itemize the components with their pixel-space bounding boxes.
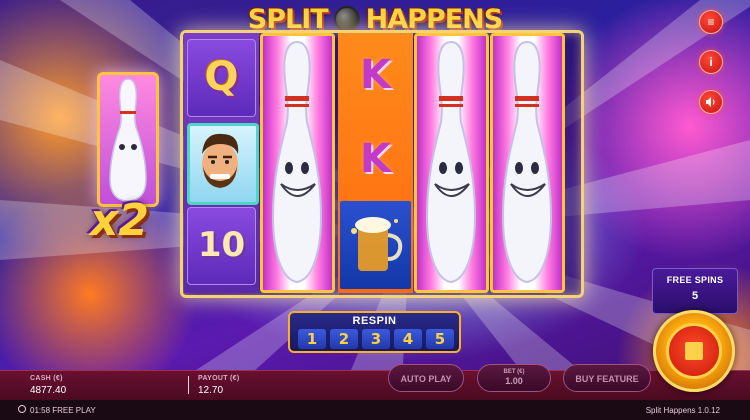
payout-display: PAYOUT (€) 12.70 <box>198 375 240 396</box>
respin-label: RESPIN <box>352 315 397 327</box>
auto-play-button[interactable]: AUTO PLAY <box>388 364 464 392</box>
bowling-pin-icon <box>109 78 147 202</box>
respin-step: 1 <box>298 329 326 349</box>
reel-5 <box>490 33 565 293</box>
reel-2 <box>260 33 335 293</box>
beer-mug-icon <box>351 217 403 271</box>
reel-4 <box>414 33 489 293</box>
bet-label: BET (€) <box>503 369 525 375</box>
respin-step: 2 <box>330 329 358 349</box>
info-button[interactable]: i <box>699 50 723 74</box>
respin-steps: 1 2 3 4 5 <box>298 329 454 349</box>
payout-label: PAYOUT (€) <box>198 375 240 382</box>
buy-feature-label: BUY FEATURE <box>575 374 639 384</box>
bowling-pin-icon <box>271 40 323 284</box>
free-spins-count: 5 <box>691 290 699 302</box>
expanded-pin-symbol <box>414 33 489 293</box>
bowling-pin-icon <box>501 40 553 284</box>
respin-meter: RESPIN 1 2 3 4 5 <box>288 311 461 353</box>
session-time: 01:58 FREE PLAY <box>30 406 96 415</box>
multiplier-text: x2 <box>90 195 149 246</box>
reel-3-cell-1: K <box>338 33 413 117</box>
game-name: Split Happens <box>645 406 696 415</box>
divider <box>188 376 189 394</box>
bowler-face-icon <box>202 133 239 188</box>
bet-selector[interactable]: BET (€) 1.00 <box>477 364 551 392</box>
respin-step: 5 <box>426 329 454 349</box>
symbol-q: Q <box>204 54 239 100</box>
menu-icon: ≡ <box>707 15 715 29</box>
bowling-ball-icon <box>333 6 360 32</box>
payout-value: 12.70 <box>198 385 224 396</box>
reel-3-cell-2: K <box>338 117 413 201</box>
reel-1-cell-2 <box>184 119 259 205</box>
reel-3: K K <box>338 33 413 293</box>
side-multiplier-pin <box>97 72 159 207</box>
reel-1: Q 10 <box>184 33 259 293</box>
expanded-pin-symbol <box>490 33 565 293</box>
bowling-pin-icon <box>425 40 477 284</box>
buy-feature-button[interactable]: BUY FEATURE <box>563 364 651 392</box>
stop-icon <box>685 342 703 360</box>
respin-step: 3 <box>362 329 390 349</box>
symbol-k: K <box>360 52 391 98</box>
bowler-face-symbol <box>187 123 259 205</box>
menu-button[interactable]: ≡ <box>699 10 723 34</box>
game-version: Split Happens 1.0.12 <box>646 406 720 415</box>
reel-1-cell-1: Q <box>184 35 259 119</box>
sound-icon <box>706 97 715 107</box>
cash-value: 4877.40 <box>30 385 67 396</box>
clock-icon <box>18 405 26 413</box>
expanded-pin-symbol <box>260 33 335 293</box>
reel-1-cell-3: 10 <box>184 203 259 287</box>
auto-play-label: AUTO PLAY <box>400 374 452 384</box>
cash-display: CASH (€) 4877.40 <box>30 375 66 396</box>
free-spins-panel: FREE SPINS 5 <box>652 268 738 314</box>
version-number: 1.0.12 <box>697 406 720 415</box>
symbol-10: 10 <box>197 225 246 265</box>
sound-button[interactable] <box>699 90 723 114</box>
symbol-k: K <box>360 136 391 182</box>
respin-step: 4 <box>394 329 422 349</box>
cash-label: CASH (€) <box>30 375 63 382</box>
status-bar: 01:58 FREE PLAY Split Happens 1.0.12 <box>0 400 750 420</box>
bet-value: 1.00 <box>505 376 523 386</box>
spin-button[interactable] <box>653 310 735 392</box>
free-spins-label: FREE SPINS <box>666 275 724 285</box>
spin-button-inner <box>666 323 722 379</box>
beer-symbol <box>340 201 411 289</box>
info-icon: i <box>709 55 713 69</box>
